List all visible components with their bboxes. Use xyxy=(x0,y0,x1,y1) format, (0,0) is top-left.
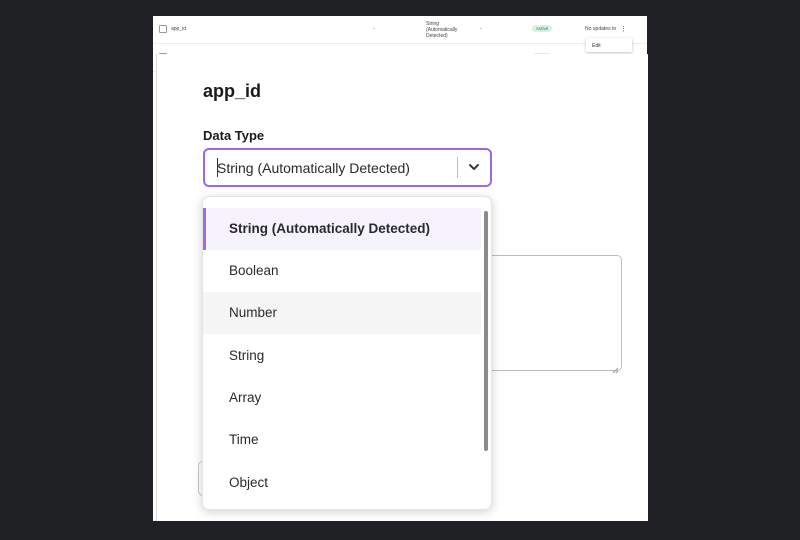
option-time[interactable]: Time xyxy=(203,419,481,461)
option-string-automatically-detected[interactable]: String (Automatically Detected) xyxy=(203,208,481,250)
select-value: String (Automatically Detected) xyxy=(217,160,410,176)
kebab-icon[interactable]: ⋮ xyxy=(620,25,627,33)
dropdown-scrollbar[interactable] xyxy=(484,211,488,451)
option-array[interactable]: Array xyxy=(203,377,481,419)
modal-title: app_id xyxy=(203,81,262,101)
data-type-dropdown: String (Automatically Detected) Boolean … xyxy=(202,196,492,510)
option-number[interactable]: Number xyxy=(203,292,481,334)
option-boolean[interactable]: Boolean xyxy=(203,250,481,292)
row-dash: - xyxy=(480,26,482,32)
table-row[interactable]: app_id - String (Automatically Detected)… xyxy=(153,16,647,44)
row-checkbox[interactable] xyxy=(159,25,167,33)
select-separator xyxy=(457,157,458,178)
option-string[interactable]: String xyxy=(203,335,481,377)
resize-grip-icon[interactable] xyxy=(612,361,619,374)
row-dash: - xyxy=(373,26,375,32)
status-badge: Active xyxy=(532,25,553,32)
row-data-type: String (Automatically Detected) xyxy=(426,21,458,39)
chevron-down-icon[interactable] xyxy=(467,160,481,174)
data-type-select[interactable]: String (Automatically Detected) xyxy=(203,148,492,187)
option-object[interactable]: Object xyxy=(203,462,481,504)
menu-item-edit[interactable]: Edit xyxy=(592,43,601,49)
row-context-menu: Edit xyxy=(586,38,632,52)
data-type-label: Data Type xyxy=(203,128,265,143)
row-updates: No updates to xyxy=(585,26,617,32)
row-name: app_id xyxy=(171,26,187,32)
description-textarea[interactable] xyxy=(484,255,622,374)
